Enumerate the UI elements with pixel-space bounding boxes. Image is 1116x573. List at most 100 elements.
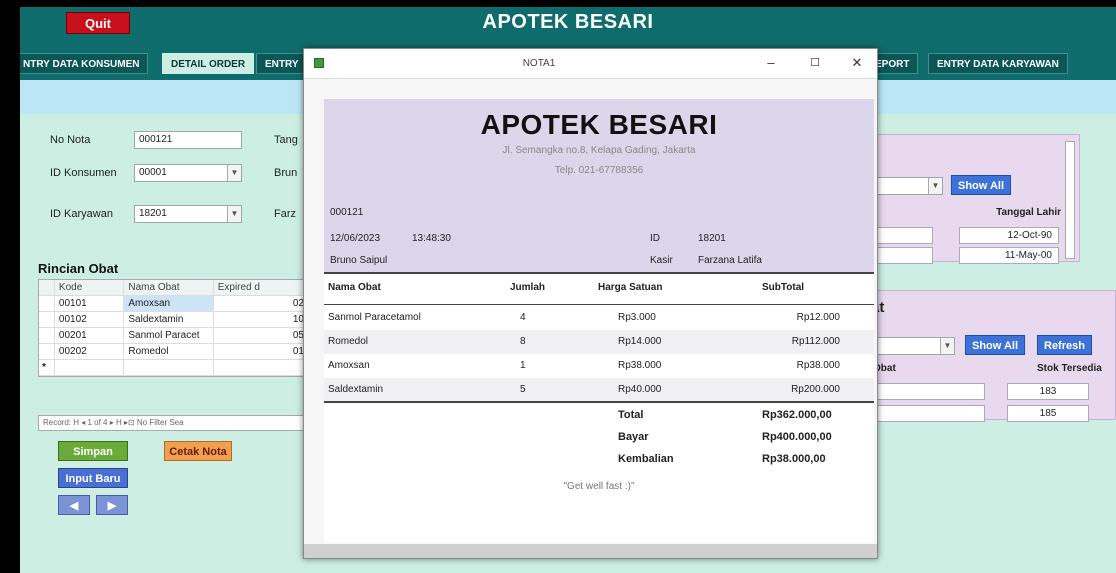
close-icon[interactable]: ✕ bbox=[848, 55, 866, 71]
stok-cell: 183 bbox=[1007, 383, 1089, 400]
tanggal-lahir-cell: 11-May-00 bbox=[959, 247, 1059, 264]
chevron-down-icon[interactable]: ▼ bbox=[227, 206, 241, 222]
bayar-label: Bayar bbox=[618, 431, 649, 443]
item-jumlah: 4 bbox=[520, 312, 526, 323]
cell-exp-new[interactable] bbox=[214, 360, 309, 375]
rincian-obat-grid: Kode Nama Obat Expired d 00101 Amoxsan 0… bbox=[38, 279, 310, 377]
cell-kode[interactable]: 00102 bbox=[55, 312, 125, 327]
record-navigator[interactable]: Record: H ◂ 1 of 4 ▸ H ▸⊡ No Filter Sea bbox=[38, 415, 310, 431]
tab-entry-data-konsumen[interactable]: NTRY DATA KONSUMEN bbox=[20, 53, 149, 74]
karyawan-lookup-panel: ▼ Show All Tanggal Lahir 12-Oct-90 11-Ma… bbox=[860, 134, 1080, 264]
item-harga: Rp38.000 bbox=[618, 360, 662, 371]
cell-exp[interactable]: 01 bbox=[214, 344, 309, 359]
popup-status-bar bbox=[304, 544, 877, 558]
cell-kode[interactable]: 00201 bbox=[55, 328, 125, 343]
col-expired[interactable]: Expired d bbox=[214, 280, 309, 295]
no-nota-field[interactable]: 000121 bbox=[134, 131, 242, 149]
cell-kode-new[interactable] bbox=[55, 360, 125, 375]
item-nama: Sanmol Paracetamol bbox=[328, 312, 421, 323]
item-nama: Saldextamin bbox=[328, 384, 384, 395]
row-selector bbox=[39, 296, 55, 311]
kembalian-label: Kembalian bbox=[618, 453, 674, 465]
maximize-icon[interactable]: ☐ bbox=[806, 56, 824, 69]
stok-cell: 185 bbox=[1007, 405, 1089, 422]
cell-nama[interactable]: Romedol bbox=[124, 344, 214, 359]
receipt-item-row: Saldextamin 5 Rp40.000 Rp200.000 bbox=[324, 378, 874, 402]
header-harga-satuan: Harga Satuan bbox=[598, 282, 663, 293]
divider bbox=[324, 272, 874, 274]
cell-nama[interactable]: Saldextamin bbox=[124, 312, 214, 327]
col-kode[interactable]: Kode bbox=[55, 280, 125, 295]
tab-entry-obat[interactable]: ENTRY bbox=[256, 53, 308, 74]
cell-kode[interactable]: 00202 bbox=[55, 344, 125, 359]
receipt-address: Jl. Semangka no.8, Kelapa Gading, Jakart… bbox=[502, 145, 696, 156]
cell-nama-new[interactable] bbox=[124, 360, 214, 375]
divider bbox=[324, 401, 874, 403]
title-bar: Quit APOTEK BESARI bbox=[20, 7, 1116, 47]
chevron-down-icon[interactable]: ▼ bbox=[928, 178, 942, 194]
scrollbar[interactable] bbox=[1065, 141, 1075, 259]
item-subtotal: Rp12.000 bbox=[796, 312, 840, 323]
cell-kode[interactable]: 00101 bbox=[55, 296, 125, 311]
divider bbox=[324, 304, 874, 305]
receipt-id-value: 18201 bbox=[698, 233, 726, 244]
item-subtotal: Rp112.000 bbox=[791, 336, 840, 347]
row-selector bbox=[39, 328, 55, 343]
header-nama-obat: Nama Obat bbox=[328, 282, 381, 293]
popup-title-bar: NOTA1 – ☐ ✕ bbox=[304, 49, 877, 79]
table-row[interactable]: 00101 Amoxsan 02 bbox=[39, 296, 309, 312]
simpan-button[interactable]: Simpan bbox=[58, 441, 128, 461]
next-record-button[interactable]: ▶ bbox=[96, 495, 128, 515]
cetak-nota-button[interactable]: Cetak Nota bbox=[164, 441, 232, 461]
stok-tersedia-header: Stok Tersedia bbox=[1037, 363, 1102, 374]
receipt-footer: "Get well fast :)" bbox=[563, 481, 635, 492]
id-konsumen-combo[interactable]: 00001 ▼ bbox=[134, 164, 242, 182]
col-nama-obat[interactable]: Nama Obat bbox=[124, 280, 214, 295]
table-row[interactable]: 00202 Romedol 01 bbox=[39, 344, 309, 360]
table-row[interactable]: 00201 Sanmol Paracet 05 bbox=[39, 328, 309, 344]
select-all-cell[interactable] bbox=[39, 280, 55, 295]
refresh-button[interactable]: Refresh bbox=[1037, 335, 1092, 355]
id-konsumen-value: 00001 bbox=[139, 167, 167, 178]
previous-record-button[interactable]: ◀ bbox=[58, 495, 90, 515]
id-konsumen-label: ID Konsumen bbox=[50, 167, 117, 179]
chevron-down-icon[interactable]: ▼ bbox=[227, 165, 241, 181]
item-harga: Rp40.000 bbox=[618, 384, 662, 395]
id-karyawan-label: ID Karyawan bbox=[50, 208, 113, 220]
grid-header: Kode Nama Obat Expired d bbox=[39, 280, 309, 296]
obat-lookup-panel: at ▼ Show All Refresh Obat Stok Tersedia… bbox=[860, 290, 1116, 422]
nama-karyawan-label-partial: Farz bbox=[274, 208, 296, 220]
id-karyawan-combo[interactable]: 18201 ▼ bbox=[134, 205, 242, 223]
cell-exp[interactable]: 02 bbox=[214, 296, 309, 311]
no-nota-label: No Nota bbox=[50, 134, 91, 146]
cell-exp[interactable]: 10 bbox=[214, 312, 309, 327]
receipt-kasir-label: Kasir bbox=[650, 255, 673, 266]
item-harga: Rp14.000 bbox=[618, 336, 662, 347]
tab-entry-data-karyawan[interactable]: ENTRY DATA KARYAWAN bbox=[928, 53, 1068, 74]
receipt-header: APOTEK BESARI Jl. Semangka no.8, Kelapa … bbox=[324, 99, 874, 274]
nota-report-window: NOTA1 – ☐ ✕ APOTEK BESARI Jl. Semangka n… bbox=[303, 48, 878, 559]
subform-title: Rincian Obat bbox=[38, 261, 119, 276]
receipt-kasir-value: Farzana Latifa bbox=[698, 255, 762, 266]
receipt-phone: Telp. 021-67788356 bbox=[554, 165, 644, 176]
cell-exp[interactable]: 05 bbox=[214, 328, 309, 343]
show-all-button[interactable]: Show All bbox=[951, 175, 1012, 195]
rincian-obat-subform: Rincian Obat Kode Nama Obat Expired d 00… bbox=[38, 261, 310, 431]
chevron-down-icon[interactable]: ▼ bbox=[940, 338, 954, 354]
tab-detail-order[interactable]: DETAIL ORDER bbox=[162, 53, 255, 74]
table-row[interactable]: 00102 Saldextamin 10 bbox=[39, 312, 309, 328]
minimize-icon[interactable]: – bbox=[762, 55, 780, 70]
receipt-date: 12/06/2023 bbox=[330, 233, 381, 244]
tanggal-lahir-cell: 12-Oct-90 bbox=[959, 227, 1059, 244]
cell-nama[interactable]: Sanmol Paracet bbox=[124, 328, 214, 343]
id-karyawan-value: 18201 bbox=[139, 208, 167, 219]
tanggal-label-partial: Tang bbox=[274, 134, 298, 146]
input-baru-button[interactable]: Input Baru bbox=[58, 468, 128, 488]
item-jumlah: 5 bbox=[520, 384, 526, 395]
new-row[interactable]: * bbox=[39, 360, 309, 376]
item-jumlah: 8 bbox=[520, 336, 526, 347]
cell-nama[interactable]: Amoxsan bbox=[124, 296, 214, 311]
show-all-button[interactable]: Show All bbox=[965, 335, 1026, 355]
total-value: Rp362.000,00 bbox=[762, 409, 832, 421]
row-selector bbox=[39, 312, 55, 327]
